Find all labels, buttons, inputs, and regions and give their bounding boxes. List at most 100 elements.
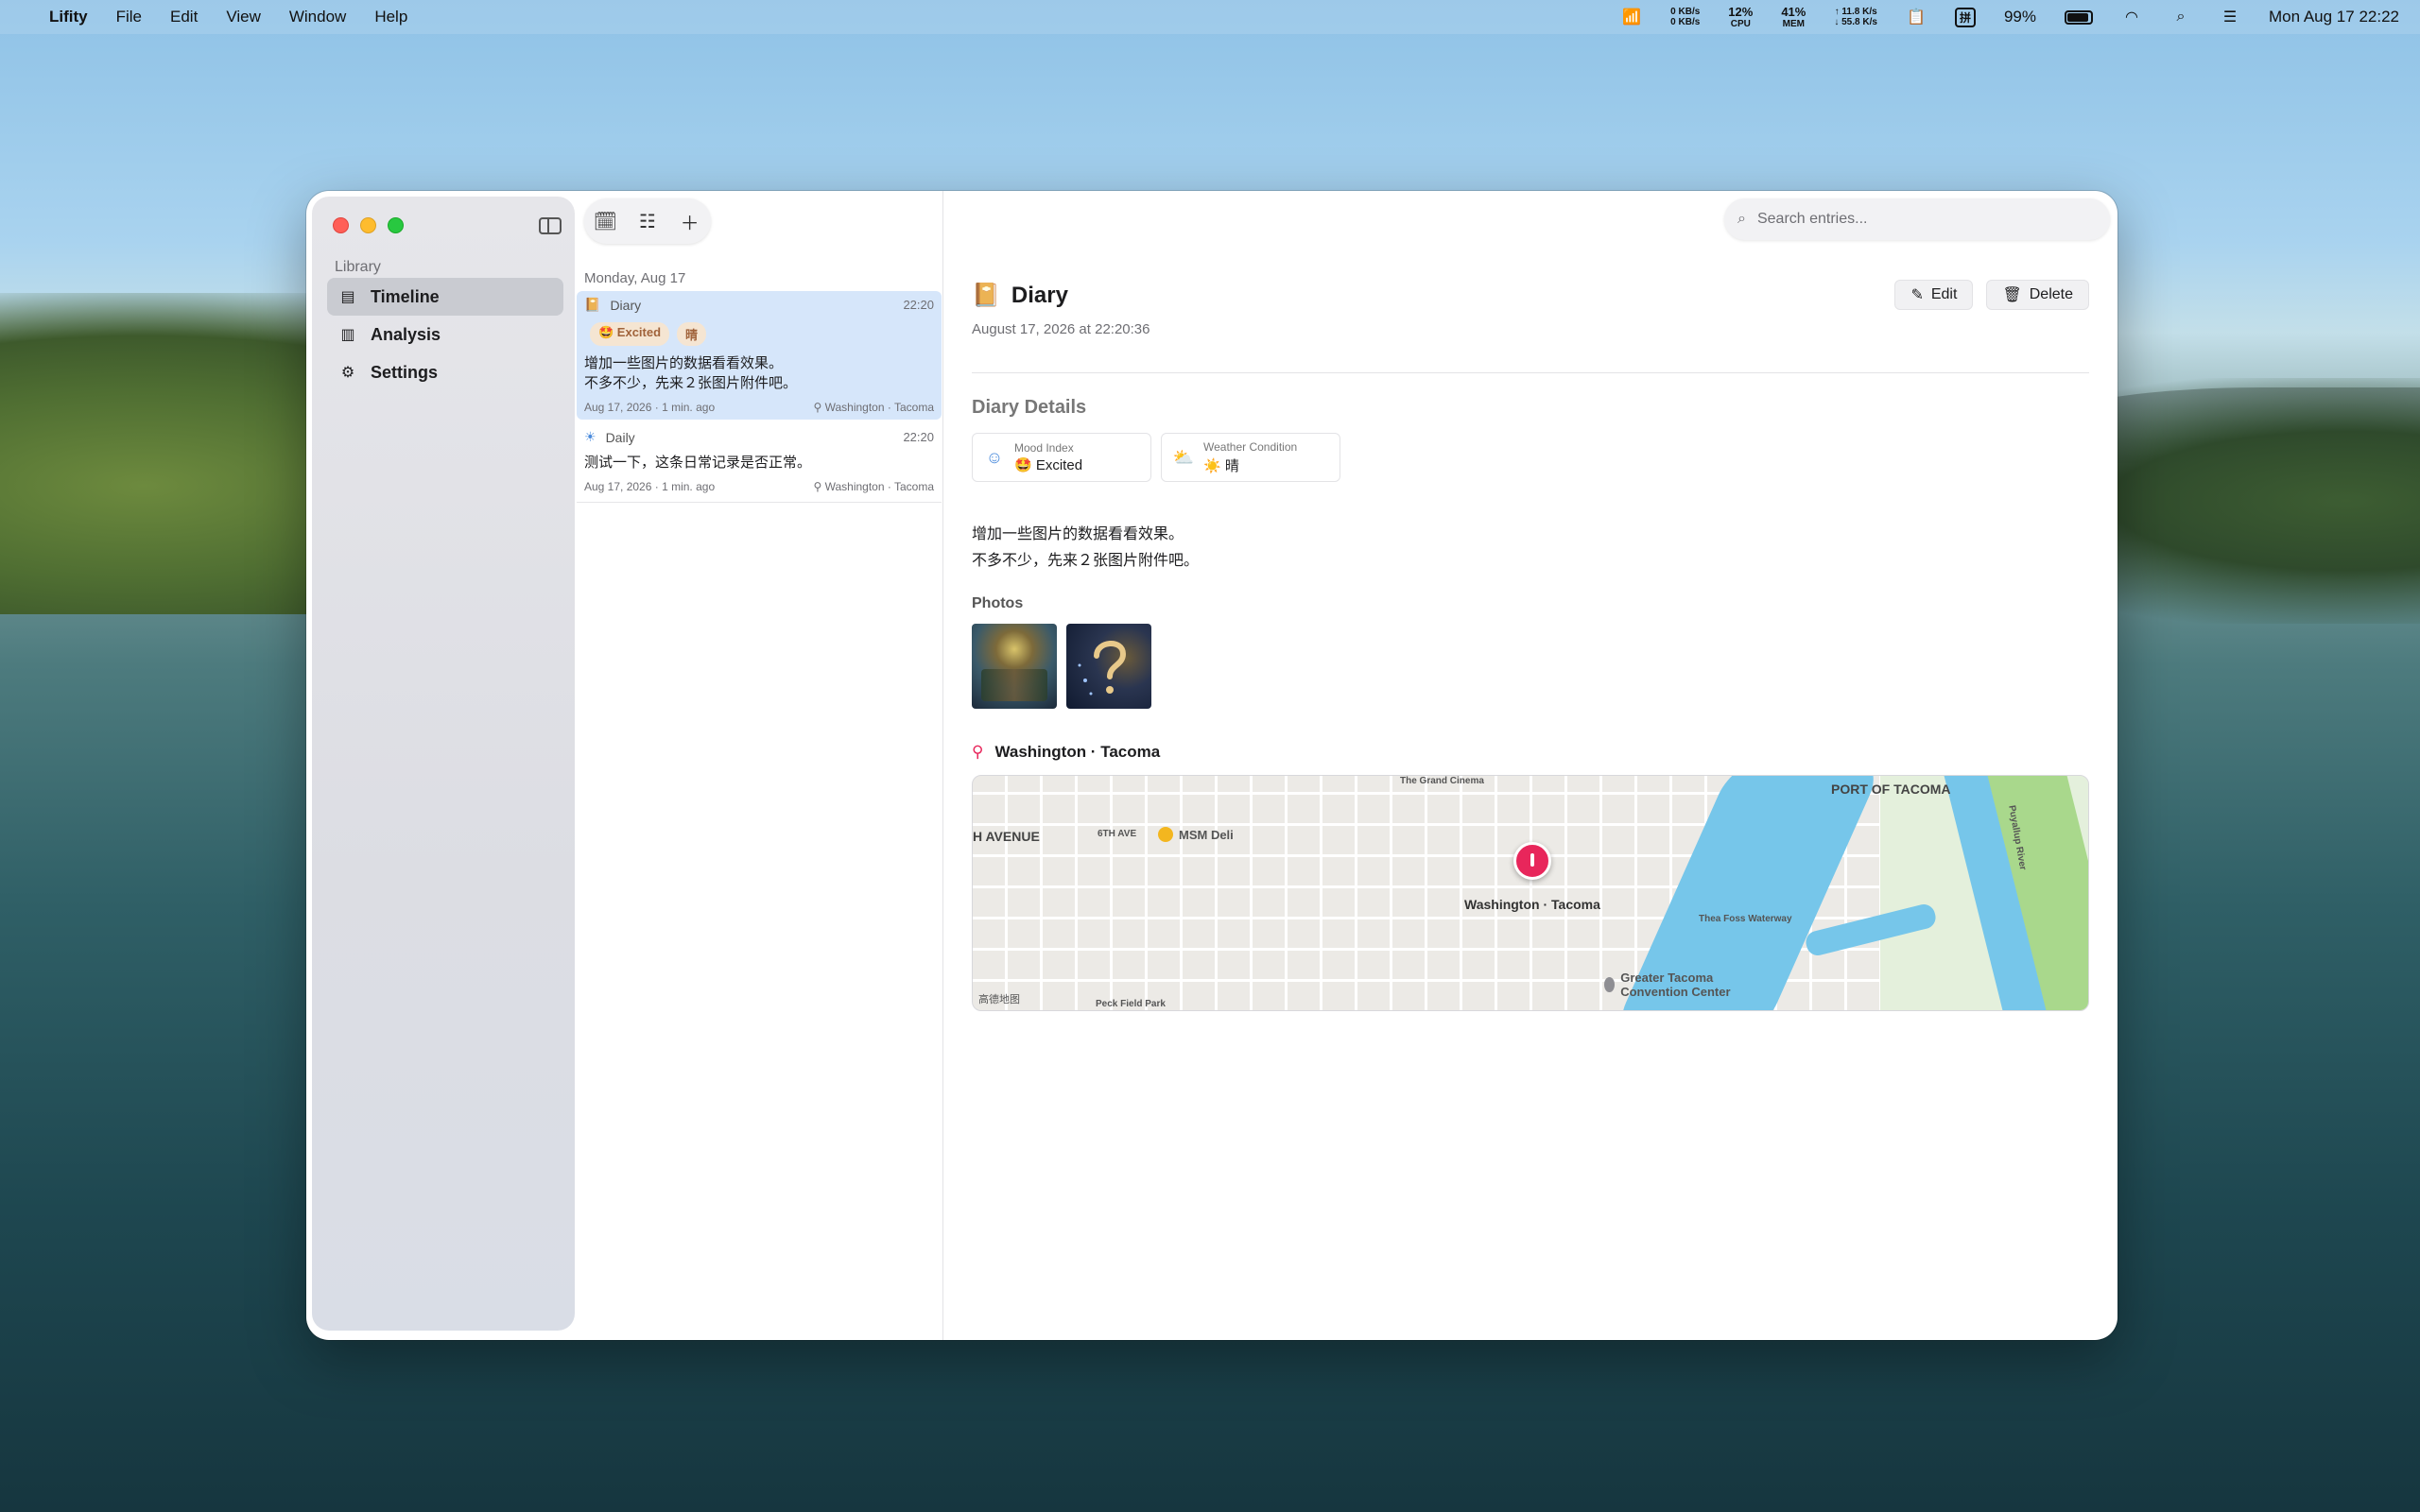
window-controls [333, 217, 404, 233]
entry-text-line: 测试一下，这条日常记录是否正常。 [584, 455, 812, 471]
pencil-icon: ✎ [1910, 287, 1924, 303]
sidebar-item-timeline[interactable]: ▤ Timeline [327, 278, 563, 316]
delete-button-label: Delete [2029, 286, 2073, 302]
body-line: 不多不少，先来２张图片附件吧。 [972, 553, 1200, 569]
card-value: ☀️ 晴 [1203, 457, 1239, 474]
map-attribution: 高德地图 [978, 994, 1020, 1005]
menu-window[interactable]: Window [289, 8, 346, 26]
map-pin-label: Washington · Tacoma [1464, 897, 1600, 912]
map-poi[interactable]: MSM Deli [1158, 827, 1234, 842]
search-icon: ⌕ [1737, 211, 1746, 227]
menu-clock[interactable]: Mon Aug 17 22:22 [2269, 8, 2399, 26]
diary-book-icon: 📔 [584, 297, 601, 312]
calendar-filter-icon[interactable]: 🗓 [593, 209, 617, 233]
entry-ago: · 1 min. ago [654, 480, 716, 493]
delete-button[interactable]: 🗑 Delete [1986, 280, 2089, 310]
cpu-value: 12% [1728, 4, 1754, 19]
weather-tag: 晴 [677, 322, 707, 346]
entry-ago: · 1 min. ago [654, 401, 716, 414]
photo-thumbnail[interactable] [972, 624, 1057, 709]
sidebar-toggle-icon[interactable] [539, 217, 562, 234]
wifi-icon[interactable]: ◠ [2121, 9, 2142, 26]
sidebar-item-label: Analysis [371, 324, 441, 344]
menu-help[interactable]: Help [374, 8, 407, 26]
entry-list-column: 🗓 ☷ ＋ Monday, Aug 17 📔 Diary 22:20 🤩 Exc… [575, 191, 943, 1340]
entry-date: Aug 17, 2026 [584, 480, 652, 493]
cloud-sun-icon: ⛅ [1172, 447, 1195, 467]
search-field[interactable]: ⌕ Search entries... [1724, 198, 2110, 240]
search-input[interactable]: Search entries... [1757, 211, 1868, 228]
trash-icon: 🗑 [2002, 287, 2022, 303]
control-center-icon[interactable]: ☰ [2220, 9, 2240, 26]
input-method-icon[interactable]: 拼 [1954, 7, 1976, 27]
cpu-label: CPU [1730, 18, 1751, 29]
edit-button[interactable]: ✎ Edit [1894, 280, 1974, 310]
entry-type: ☀ Daily [584, 429, 635, 445]
entry-detail: ⌕ Search entries... 📔 Diary August 17, 2… [943, 191, 2118, 1340]
entry-time: 22:20 [903, 298, 934, 312]
sidebar-item-analysis[interactable]: ▥ Analysis [327, 316, 563, 353]
photo-thumbnail[interactable] [1066, 624, 1151, 709]
detail-actions: ✎ Edit 🗑 Delete [1894, 280, 2089, 310]
entry-location: Washington · Tacoma [824, 401, 934, 414]
location-map[interactable]: H AVENUE 6TH AVE The Grand Cinema PORT O… [972, 775, 2089, 1011]
activity-icon[interactable]: 📶 [1621, 9, 1642, 26]
photos-heading: Photos [972, 595, 1024, 611]
spotlight-search-icon[interactable]: ⌕ [2170, 9, 2191, 26]
close-window-button[interactable] [333, 217, 349, 233]
sliders-icon[interactable]: ☷ [635, 209, 660, 233]
mem-stat[interactable]: 41% MEM [1781, 4, 1806, 29]
cpu-stat[interactable]: 12% CPU [1728, 4, 1754, 29]
detail-cards: ☺ Mood Index 🤩 Excited ⛅ Weather Conditi… [972, 433, 1340, 482]
diary-book-icon: 📔 [972, 283, 1000, 308]
battery-percent[interactable]: 99% [2004, 8, 2036, 26]
mem-value: 41% [1781, 4, 1806, 19]
sidebar-section-library: Library [335, 259, 381, 275]
location-heading: ⚲ Washington · Tacoma [972, 743, 1160, 762]
list-toolbar: 🗓 ☷ ＋ [584, 198, 711, 244]
entry-type-label: Daily [605, 429, 635, 445]
traffic-stat[interactable]: ↑ 11.8 K/s ↓ 55.8 K/s [1834, 7, 1877, 27]
restaurant-icon [1158, 827, 1173, 842]
add-entry-icon[interactable]: ＋ [678, 209, 702, 234]
map-label: Thea Foss Waterway [1699, 914, 1792, 924]
sidebar-nav: ▤ Timeline ▥ Analysis ⚙ Settings [327, 278, 563, 391]
page-title: 📔 Diary [972, 282, 1068, 309]
sun-icon: ☀ [584, 429, 596, 444]
day-header: Monday, Aug 17 [584, 270, 686, 286]
list-item[interactable]: ☀ Daily 22:20 测试一下，这条日常记录是否正常。 Aug 17, 2… [577, 423, 942, 503]
menu-edit[interactable]: Edit [170, 8, 198, 26]
battery-icon[interactable] [2064, 9, 2093, 25]
weather-card: ⛅ Weather Condition ☀️ 晴 [1161, 433, 1340, 482]
menu-bar: Lifity File Edit View Window Help 📶 0 KB… [0, 0, 2420, 34]
detail-datetime: August 17, 2026 at 22:20:36 [972, 321, 1150, 337]
sidebar-item-settings[interactable]: ⚙ Settings [327, 353, 563, 391]
location-pin-icon: ⚲ [813, 401, 822, 414]
chart-icon: ▥ [340, 327, 355, 343]
menu-view[interactable]: View [226, 8, 261, 26]
smiley-icon: ☺ [985, 447, 1004, 467]
zoom-window-button[interactable] [388, 217, 404, 233]
gear-icon: ⚙ [340, 365, 355, 381]
menu-file[interactable]: File [116, 8, 142, 26]
entry-text: 增加一些图片的数据看看效果。 不多不少，先来２张图片附件吧。 [584, 353, 934, 393]
poi-label: MSM Deli [1179, 827, 1234, 842]
map-pin-icon[interactable] [1513, 842, 1551, 880]
net-down: 0 KB/s [1670, 17, 1701, 27]
edit-button-label: Edit [1930, 286, 1958, 302]
photo-gallery [972, 624, 1151, 709]
list-item[interactable]: 📔 Diary 22:20 🤩 Excited 晴 增加一些图片的数据看看效果。… [577, 291, 942, 420]
clipboard-icon[interactable]: 📋 [1906, 9, 1927, 26]
map-poi[interactable]: Greater Tacoma Convention Center [1604, 971, 1765, 999]
details-heading: Diary Details [972, 397, 1087, 418]
minimize-window-button[interactable] [360, 217, 376, 233]
mem-label: MEM [1782, 18, 1805, 29]
sidebar-item-label: Settings [371, 362, 439, 382]
map-label: H AVENUE [973, 829, 1040, 844]
net-speed[interactable]: 0 KB/s 0 KB/s [1670, 7, 1700, 27]
entry-body: 增加一些图片的数据看看效果。 不多不少，先来２张图片附件吧。 [972, 522, 1199, 575]
entry-time: 22:20 [903, 430, 934, 444]
mood-card: ☺ Mood Index 🤩 Excited [972, 433, 1151, 482]
menu-app-name[interactable]: Lifity [49, 8, 88, 26]
card-label: Weather Condition [1203, 439, 1298, 454]
